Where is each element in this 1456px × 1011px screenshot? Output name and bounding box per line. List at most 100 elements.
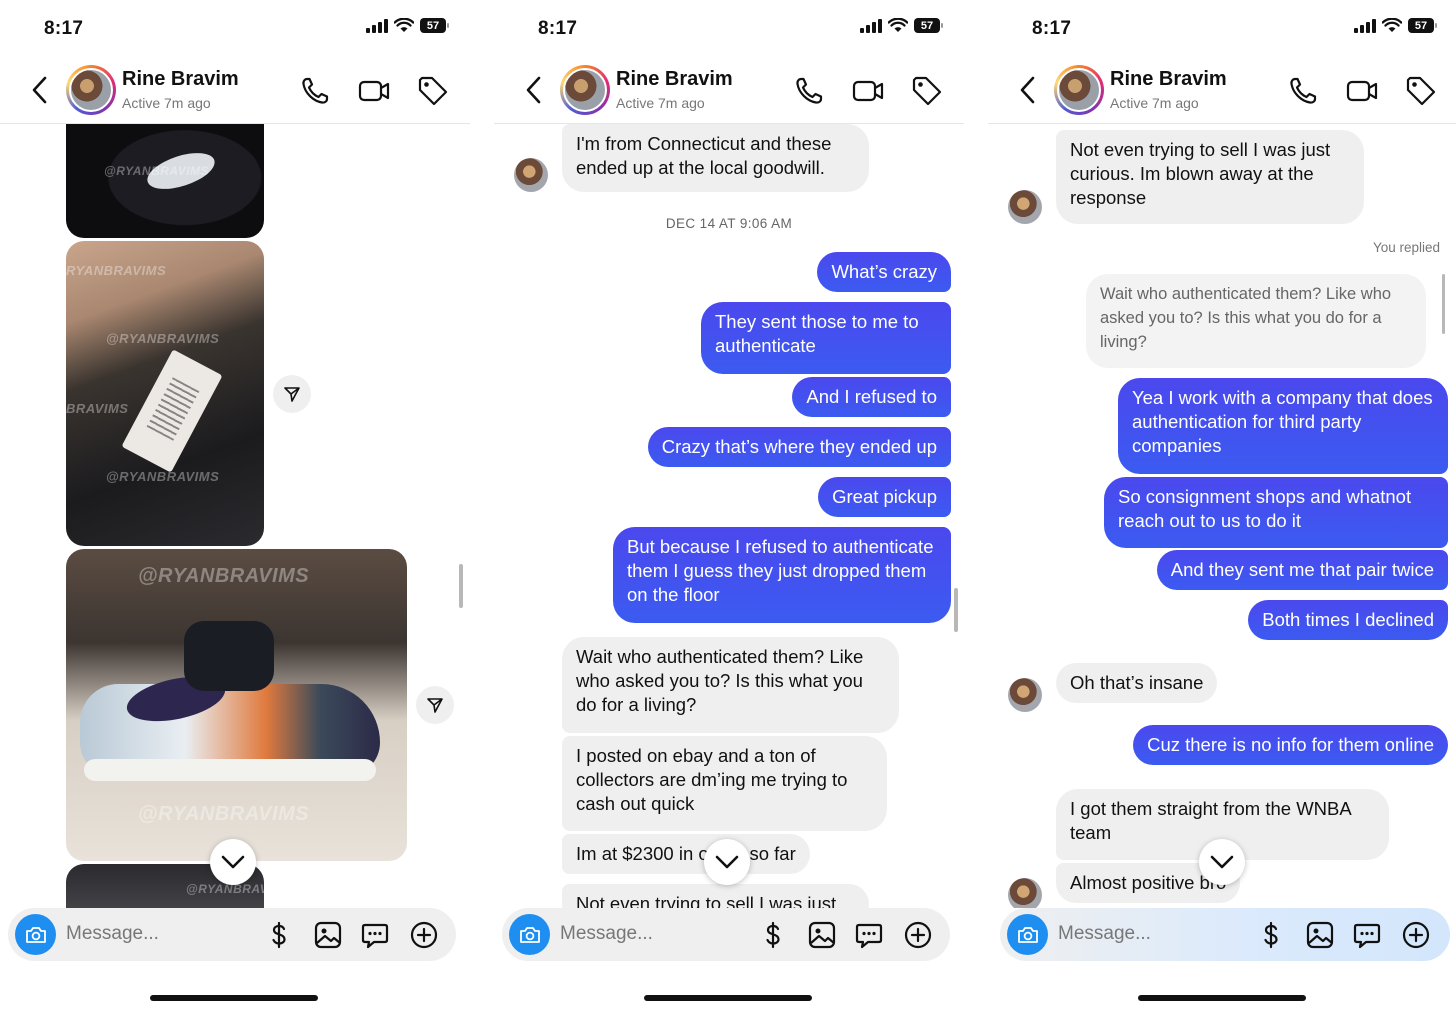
signal-icon — [1354, 18, 1376, 33]
phone-icon[interactable] — [792, 74, 826, 108]
chat-panel-3: 8:17 57 Rine Bravim Active 7m ago Not ev… — [988, 0, 1456, 1011]
back-icon[interactable] — [522, 74, 546, 106]
message-bubble[interactable]: Not even trying to sell I was just — [562, 884, 869, 908]
message-bubble[interactable]: Oh that’s insane — [1056, 663, 1218, 703]
scrollbar[interactable] — [954, 588, 958, 632]
message-bubble[interactable]: Cuz there is no info for them online — [1133, 725, 1448, 765]
message-composer[interactable]: Message... — [502, 908, 950, 961]
avatar[interactable] — [66, 65, 116, 115]
shared-photo[interactable]: RYANBRAVIMS @RYANBRAVIMS BRAVIMS @RYANBR… — [66, 241, 264, 546]
message-bubble[interactable]: Both times I declined — [1248, 600, 1448, 640]
dollar-icon[interactable] — [758, 920, 788, 950]
contact-name[interactable]: Rine Bravim — [1110, 68, 1227, 91]
sticker-icon[interactable] — [1352, 920, 1382, 950]
status-bar: 8:17 57 — [988, 0, 1456, 58]
image-icon[interactable] — [1305, 920, 1335, 950]
chevron-down-icon — [221, 855, 245, 869]
watermark: BRAVIMS — [66, 401, 129, 416]
chat-panel-1: 8:17 57 Rine Bravim Active 7m ago @RYANB… — [0, 0, 470, 1011]
share-icon — [284, 387, 300, 402]
plus-icon[interactable] — [409, 920, 439, 950]
message-composer[interactable]: Message... — [8, 908, 456, 961]
wifi-icon — [394, 18, 414, 32]
camera-button[interactable] — [15, 914, 56, 955]
message-bubble[interactable]: I'm from Connecticut and these ended up … — [562, 124, 869, 192]
scroll-to-bottom-button[interactable] — [704, 839, 750, 885]
message-list[interactable]: @RYANBRAVIMS RYANBRAVIMS @RYANBRAVIMS BR… — [0, 124, 470, 908]
back-icon[interactable] — [1016, 74, 1040, 106]
camera-icon — [25, 926, 46, 943]
replied-to-message[interactable]: Wait who authenticated them? Like who as… — [1086, 274, 1426, 368]
message-bubble[interactable]: Wait who authenticated them? Like who as… — [562, 637, 899, 733]
message-bubble[interactable]: Im at $2300 in offers so far — [562, 834, 810, 874]
scrollbar[interactable] — [1442, 274, 1445, 334]
sticker-icon[interactable] — [360, 920, 390, 950]
shared-photo[interactable]: @RYANBRAVIMS — [66, 124, 264, 238]
message-bubble[interactable]: They sent those to me to authenticate — [701, 302, 951, 374]
watermark: @RYANBRAVIMS — [186, 882, 264, 896]
tag-icon[interactable] — [910, 74, 944, 108]
image-icon[interactable] — [313, 920, 343, 950]
contact-name[interactable]: Rine Bravim — [122, 68, 239, 91]
home-indicator — [1138, 995, 1306, 1001]
image-icon[interactable] — [807, 920, 837, 950]
share-button[interactable] — [416, 686, 454, 724]
dollar-icon[interactable] — [264, 920, 294, 950]
scroll-to-bottom-button[interactable] — [1199, 839, 1245, 885]
signal-icon — [860, 18, 882, 33]
sender-avatar — [1008, 878, 1042, 908]
message-bubble[interactable]: And I refused to — [792, 377, 951, 417]
chat-panel-2: 8:17 57 Rine Bravim Active 7m ago I'm fr… — [494, 0, 964, 1011]
dollar-icon[interactable] — [1256, 920, 1286, 950]
tag-icon[interactable] — [1404, 74, 1438, 108]
phone-icon[interactable] — [298, 74, 332, 108]
share-button[interactable] — [273, 375, 311, 413]
message-bubble[interactable]: And they sent me that pair twice — [1156, 550, 1448, 590]
status-time: 8:17 — [538, 18, 578, 39]
tag-icon[interactable] — [416, 74, 450, 108]
watermark: RYANBRAVIMS — [66, 263, 167, 278]
back-icon[interactable] — [28, 74, 52, 106]
camera-button[interactable] — [1007, 914, 1048, 955]
avatar[interactable] — [1054, 65, 1104, 115]
message-bubble[interactable]: Yea I work with a company that does auth… — [1118, 378, 1448, 474]
message-bubble[interactable]: Crazy that’s where they ended up — [647, 427, 951, 467]
sender-avatar — [514, 158, 548, 192]
sender-avatar — [1008, 190, 1042, 224]
video-icon[interactable] — [851, 74, 885, 108]
status-time: 8:17 — [1032, 18, 1072, 39]
message-input[interactable]: Message... — [560, 923, 653, 945]
plus-icon[interactable] — [1401, 920, 1431, 950]
avatar[interactable] — [560, 65, 610, 115]
sticker-icon[interactable] — [854, 920, 884, 950]
signal-icon — [366, 18, 388, 33]
video-icon[interactable] — [357, 74, 391, 108]
message-input[interactable]: Message... — [1058, 923, 1151, 945]
plus-icon[interactable] — [903, 920, 933, 950]
message-bubble[interactable]: Not even trying to sell I was just curio… — [1056, 130, 1364, 224]
message-composer[interactable]: Message... — [1000, 908, 1450, 961]
message-bubble[interactable]: But because I refused to authenticate th… — [613, 527, 951, 623]
contact-name[interactable]: Rine Bravim — [616, 68, 733, 91]
message-bubble[interactable]: So consignment shops and whatnot reach o… — [1104, 477, 1448, 548]
phone-icon[interactable] — [1286, 74, 1320, 108]
watermark: @RYANBRAVIMS — [138, 803, 310, 825]
camera-icon — [1017, 926, 1038, 943]
chat-header: Rine Bravim Active 7m ago — [494, 58, 964, 124]
message-list[interactable]: Not even trying to sell I was just curio… — [988, 124, 1456, 908]
message-input[interactable]: Message... — [66, 923, 159, 945]
message-bubble[interactable]: Great pickup — [818, 477, 951, 517]
message-list[interactable]: I'm from Connecticut and these ended up … — [494, 124, 964, 908]
timestamp: DEC 14 AT 9:06 AM — [665, 216, 793, 231]
active-status: Active 7m ago — [122, 95, 211, 111]
message-bubble[interactable]: I posted on ebay and a ton of collectors… — [562, 736, 887, 831]
message-bubble[interactable]: What’s crazy — [817, 252, 951, 292]
video-icon[interactable] — [1345, 74, 1379, 108]
chat-header: Rine Bravim Active 7m ago — [988, 58, 1456, 124]
shared-photo[interactable]: @RYANBRAVIMS @RYANBRAVIMS — [66, 549, 407, 861]
active-status: Active 7m ago — [1110, 95, 1199, 111]
camera-button[interactable] — [509, 914, 550, 955]
scrollbar[interactable] — [459, 564, 463, 608]
watermark: @RYANBRAVIMS — [104, 164, 210, 178]
scroll-to-bottom-button[interactable] — [210, 839, 256, 885]
